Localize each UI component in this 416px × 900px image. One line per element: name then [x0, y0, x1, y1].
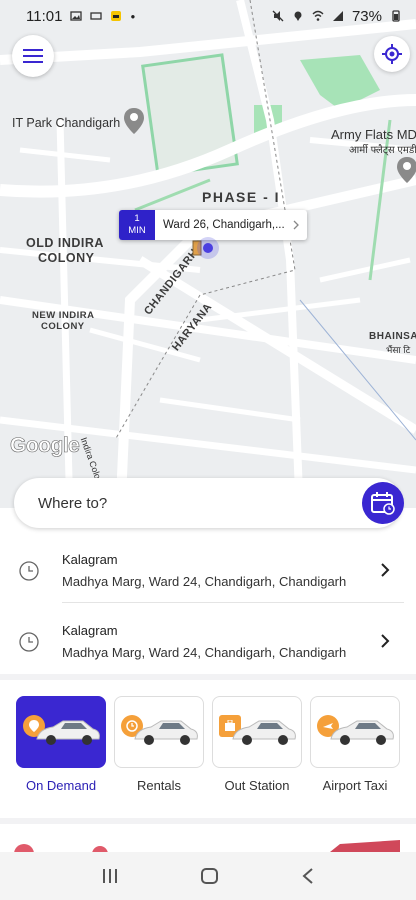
- home-icon[interactable]: [200, 866, 220, 886]
- service-label: On Demand: [25, 778, 97, 793]
- eta-address-box: Ward 26, Chandigarh,...: [155, 210, 307, 240]
- google-logo: Google: [10, 434, 80, 458]
- my-location-button[interactable]: [374, 36, 410, 72]
- hamburger-icon: [23, 49, 43, 63]
- map-label-phase: PHASE - I: [202, 189, 281, 205]
- notification-dot-icon: ●: [130, 11, 136, 21]
- map-label-old-indira-2: COLONY: [38, 251, 95, 265]
- map-pin-icon: [124, 108, 144, 134]
- recent-place-item[interactable]: Kalagram Madhya Marg, Ward 24, Chandigar…: [0, 538, 416, 608]
- status-time: 11:01: [26, 7, 63, 25]
- service-on-demand[interactable]: On Demand: [16, 696, 106, 793]
- mute-icon: [272, 10, 284, 22]
- map-label-army-flats: Army Flats MD: [331, 127, 416, 142]
- car-icon: [36, 720, 100, 745]
- eta-value: 1: [134, 213, 140, 224]
- map-label-new-indira-2: COLONY: [41, 321, 85, 332]
- service-out-station[interactable]: Out Station: [212, 696, 302, 793]
- service-airport-taxi[interactable]: Airport Taxi: [310, 696, 400, 793]
- battery-icon: [392, 10, 400, 22]
- service-card: [114, 696, 204, 768]
- chevron-right-icon: [293, 220, 299, 230]
- clock-icon: [19, 632, 39, 652]
- cast-icon: [90, 12, 103, 20]
- current-location-dot: [197, 237, 219, 259]
- map-label-bhainsa-hindi: भैंसा टि: [386, 345, 411, 355]
- wifi-icon: [312, 10, 324, 21]
- service-label: Rentals: [136, 778, 182, 793]
- recent-places-panel: Kalagram Madhya Marg, Ward 24, Chandigar…: [0, 508, 416, 674]
- map-label-army-flats-hindi: आर्मी फ्लैट्स एमडी: [349, 145, 416, 156]
- car-icon: [134, 720, 198, 745]
- service-options: On Demand Rentals Out Station Airport Ta…: [0, 680, 416, 818]
- car-icon: [330, 720, 394, 745]
- service-label: Airport Taxi: [322, 778, 388, 793]
- service-label: Out Station: [224, 778, 290, 793]
- promo-graphic: [14, 840, 400, 864]
- taxi-notification-icon: [111, 11, 122, 21]
- recent-place-address: Madhya Marg, Ward 24, Chandigarh, Chandi…: [62, 645, 347, 660]
- recent-place-item[interactable]: Kalagram Madhya Marg, Ward 24, Chandigar…: [0, 609, 416, 679]
- search-placeholder: Where to?: [38, 494, 108, 512]
- location-status-icon: [294, 11, 302, 21]
- status-bar: 11:01 ● 73%: [0, 0, 416, 32]
- divider: [62, 602, 404, 603]
- signal-icon: [332, 11, 343, 21]
- eta-unit: MIN: [128, 225, 146, 236]
- service-card: [16, 696, 106, 768]
- clock-icon: [19, 561, 39, 581]
- battery-percent: 73%: [351, 7, 382, 25]
- destination-search-bar[interactable]: Where to?: [14, 478, 404, 528]
- image-notification-icon: [70, 11, 83, 21]
- map-label-new-indira-1: NEW INDIRA: [32, 310, 95, 321]
- recent-place-address: Madhya Marg, Ward 24, Chandigarh, Chandi…: [62, 574, 347, 589]
- promo-banner[interactable]: [0, 824, 416, 864]
- menu-button[interactable]: [12, 35, 54, 77]
- eta-bubble[interactable]: 1 MIN Ward 26, Chandigarh,...: [119, 210, 307, 240]
- map-pin-icon: [397, 157, 416, 183]
- back-icon[interactable]: [301, 867, 315, 885]
- crosshair-icon: [382, 44, 402, 64]
- chevron-right-icon: [381, 634, 390, 648]
- eta-address: Ward 26, Chandigarh,...: [163, 219, 285, 231]
- service-rentals[interactable]: Rentals: [114, 696, 204, 793]
- recent-place-title: Kalagram: [62, 552, 118, 567]
- map-label-it-park: IT Park Chandigarh: [12, 116, 121, 130]
- recent-place-title: Kalagram: [62, 623, 118, 638]
- service-card: [212, 696, 302, 768]
- calendar-icon: [371, 492, 395, 515]
- service-card: [310, 696, 400, 768]
- map-label-bhainsa: BHAINSA T: [369, 331, 416, 342]
- eta-time-box: 1 MIN: [119, 210, 155, 240]
- schedule-ride-button[interactable]: [362, 482, 404, 524]
- car-icon: [232, 720, 296, 745]
- chevron-right-icon: [381, 563, 390, 577]
- map-label-old-indira-1: OLD INDIRA: [26, 236, 104, 250]
- recent-apps-icon[interactable]: [101, 867, 119, 885]
- system-nav-bar: [0, 852, 416, 900]
